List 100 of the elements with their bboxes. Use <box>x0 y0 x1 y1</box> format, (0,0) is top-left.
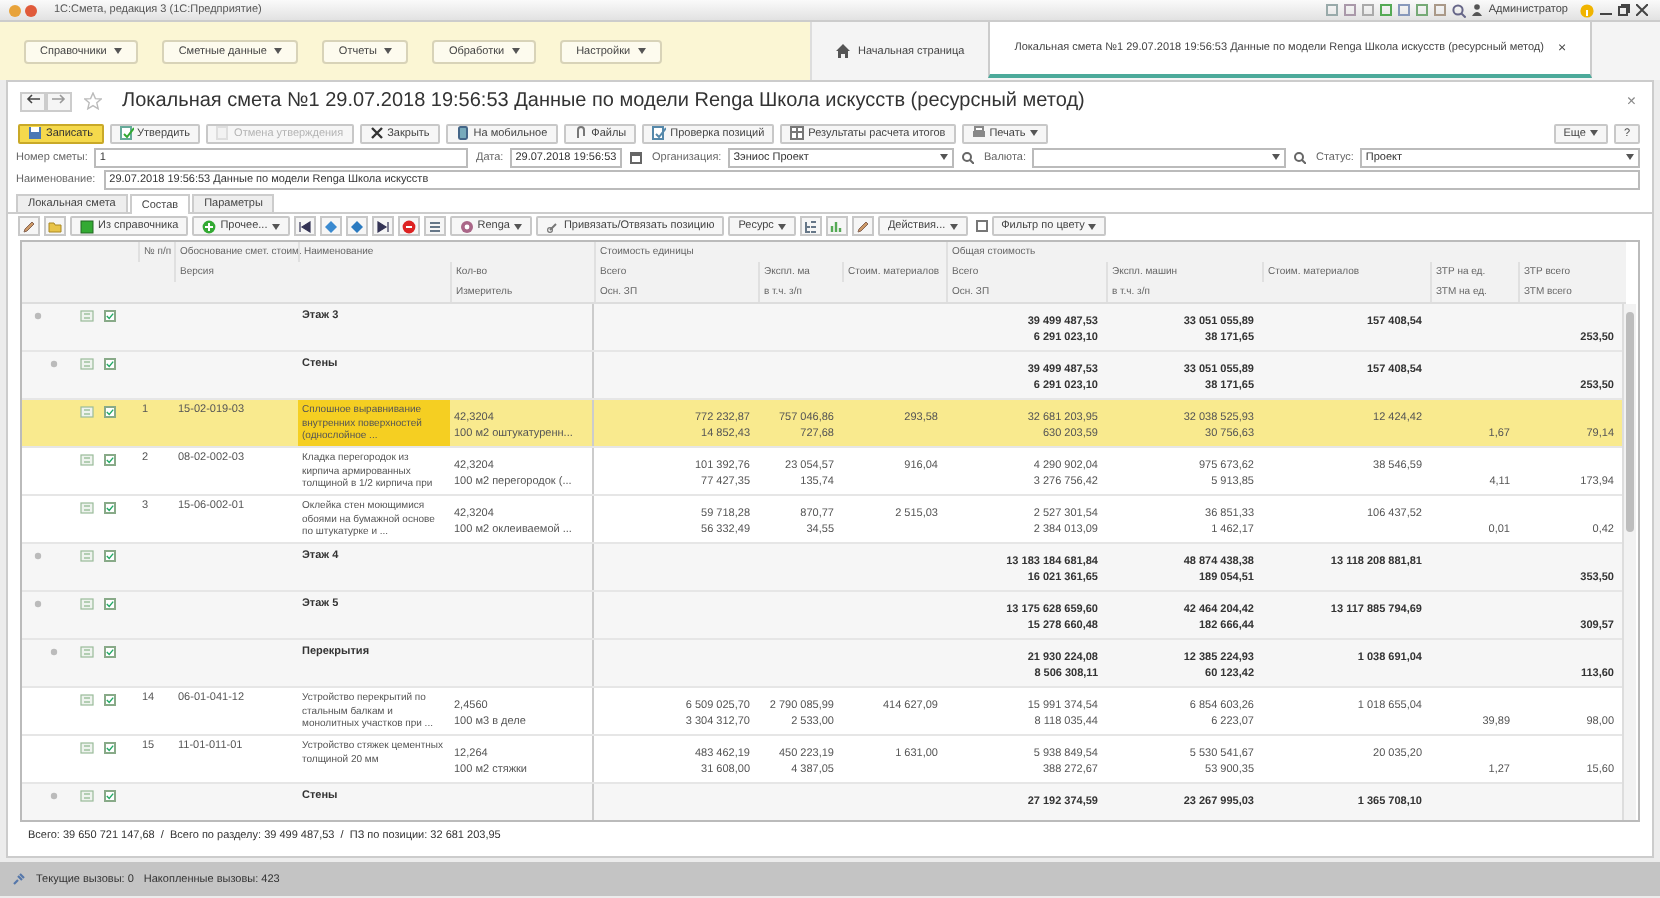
tree-list-icon <box>803 219 818 233</box>
toolbar-square-icon <box>1434 4 1447 16</box>
tree-node-icon <box>34 552 42 560</box>
checkmark-icon <box>106 744 114 752</box>
table-icon <box>790 126 805 140</box>
magnifier-icon <box>962 151 974 163</box>
cross-icon <box>369 126 384 140</box>
close-icon <box>1636 4 1648 16</box>
checkmark-icon <box>106 696 114 704</box>
checkbox[interactable] <box>104 502 116 514</box>
folder-list-icon <box>80 310 94 322</box>
chart-icon <box>829 219 844 233</box>
folder-icon <box>48 219 62 233</box>
checkmark-icon <box>106 456 114 464</box>
star-icon <box>84 92 102 110</box>
folder-list-icon <box>80 790 94 802</box>
forward-button[interactable] <box>46 91 72 111</box>
open-button[interactable] <box>960 149 976 165</box>
phone-icon <box>455 126 470 140</box>
table-row[interactable] <box>22 448 1622 496</box>
restore-icon <box>1618 4 1630 16</box>
close-button[interactable]: × <box>1626 92 1636 110</box>
list-icon <box>427 219 442 233</box>
calendar-button[interactable] <box>628 149 644 165</box>
pencil-icon <box>855 219 870 233</box>
toolbar-square-icon <box>1344 4 1357 16</box>
caret-icon <box>384 48 393 54</box>
checkbox[interactable] <box>104 358 116 370</box>
select-field[interactable] <box>1032 147 1286 167</box>
checkbox[interactable] <box>104 310 116 322</box>
checkmark-icon <box>106 648 114 656</box>
checkmark-icon <box>106 360 114 368</box>
skip-end-icon <box>375 219 390 233</box>
paperclip-icon <box>573 126 588 140</box>
list-item-icon <box>80 694 94 706</box>
checkbox[interactable] <box>104 646 116 658</box>
printer-icon <box>971 126 986 140</box>
checkbox[interactable] <box>104 790 116 802</box>
magnifier-icon <box>1294 151 1306 163</box>
checkmark-icon <box>106 792 114 800</box>
document-check-icon <box>652 126 667 140</box>
checkbox[interactable] <box>104 406 116 418</box>
checkbox[interactable] <box>104 454 116 466</box>
caret-icon <box>1272 154 1280 160</box>
checkmark-icon <box>106 408 114 416</box>
table-row[interactable] <box>22 400 1622 448</box>
caret-icon <box>777 223 786 229</box>
table-row[interactable] <box>22 688 1622 736</box>
table-row[interactable] <box>22 496 1622 544</box>
checkmark-icon <box>106 312 114 320</box>
toolbar-button[interactable] <box>851 216 874 236</box>
scrollbar[interactable] <box>1622 304 1636 820</box>
plug-icon <box>12 872 26 886</box>
checkbox[interactable] <box>104 598 116 610</box>
checkmark-icon <box>106 600 114 608</box>
left-arrow-icon <box>26 94 40 104</box>
caret-icon <box>274 48 283 54</box>
toolbar-button[interactable] <box>293 216 316 236</box>
checkmark-icon <box>106 552 114 560</box>
tree-node-icon <box>34 600 42 608</box>
right-arrow-icon <box>52 94 66 104</box>
calendar-icon <box>630 151 643 163</box>
home-icon <box>836 44 850 58</box>
list-item-icon <box>80 502 94 514</box>
caret-icon <box>513 223 522 229</box>
folder-list-icon <box>80 358 94 370</box>
app-logo-icon <box>8 3 40 17</box>
toolbar-square-icon <box>1362 4 1375 16</box>
pencil-icon <box>22 219 36 233</box>
open-button[interactable] <box>1292 149 1308 165</box>
document-icon <box>216 126 231 140</box>
magnifier-icon <box>1452 3 1467 17</box>
folder-list-icon <box>80 598 94 610</box>
caret-icon <box>949 223 958 229</box>
tree-node-icon <box>50 360 58 368</box>
toolbar-square-icon <box>1398 4 1411 16</box>
person-icon <box>1472 4 1483 16</box>
toolbar-square-icon <box>1326 4 1339 16</box>
checkmark-icon <box>106 504 114 512</box>
list-item-icon <box>80 454 94 466</box>
caret-icon <box>271 223 280 229</box>
checkbox[interactable] <box>104 742 116 754</box>
checkbox[interactable] <box>104 694 116 706</box>
toolbar-button[interactable] <box>371 216 394 236</box>
checkbox[interactable] <box>975 220 988 232</box>
list-item-icon <box>80 406 94 418</box>
folder-list-icon <box>80 646 94 658</box>
toolbar-square-icon <box>1416 4 1429 16</box>
tree-node-icon <box>50 792 58 800</box>
skip-start-icon <box>297 219 312 233</box>
caret-icon <box>940 154 948 160</box>
caret-icon <box>1088 223 1097 229</box>
back-button[interactable] <box>20 91 46 111</box>
folder-list-icon <box>80 550 94 562</box>
down-diamond-icon <box>349 219 364 233</box>
plus-circle-icon <box>202 219 217 233</box>
stop-icon <box>401 219 416 233</box>
checkbox[interactable] <box>104 550 116 562</box>
scrollbar-thumb[interactable] <box>1626 312 1634 532</box>
caret-icon <box>1589 130 1598 136</box>
